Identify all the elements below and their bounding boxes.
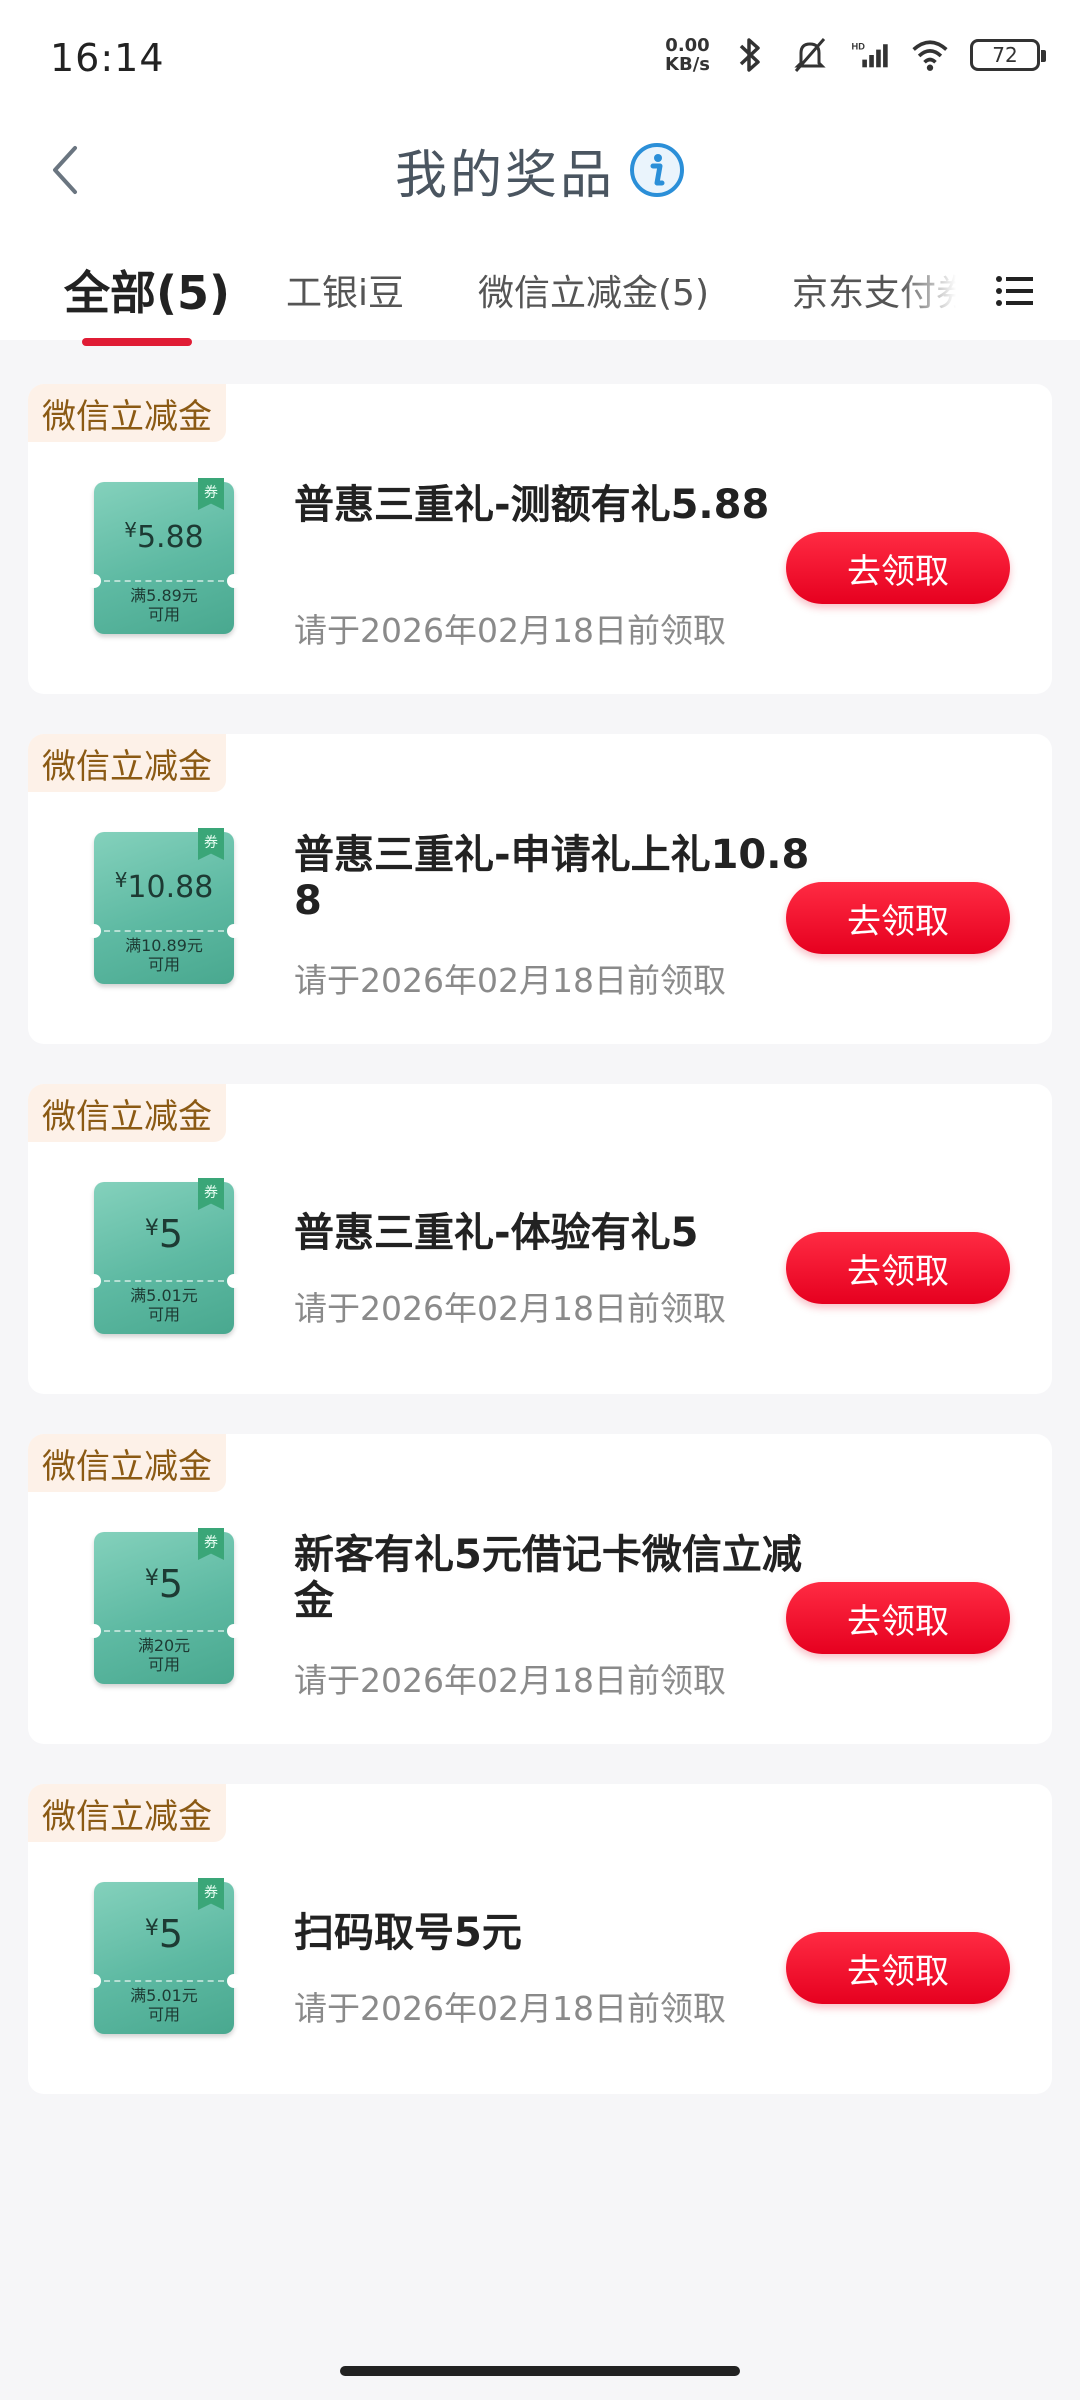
coupon-graphic: 券 ¥5 满20元 可用 <box>87 1528 241 1684</box>
currency-symbol: ¥ <box>144 1916 159 1941</box>
prize-type-tag: 微信立减金 <box>28 734 226 792</box>
coupon-amount-value: 5.88 <box>136 520 204 555</box>
tab-overflow-fade <box>900 240 980 340</box>
coupon-condition: 满5.89元 可用 <box>94 586 234 624</box>
coupon-condition: 满20元 可用 <box>94 1636 234 1674</box>
coupon-graphic: 券 ¥5 满5.01元 可用 <box>87 1178 241 1334</box>
coupon-condition-usable: 可用 <box>147 2005 180 2024</box>
currency-symbol: ¥ <box>114 868 128 892</box>
coupon-ribbon: 券 <box>198 1528 224 1560</box>
coupon-divider <box>104 580 224 582</box>
coupon-condition-usable: 可用 <box>147 1655 180 1674</box>
prize-deadline: 请于2026年02月18日前领取 <box>294 1989 726 2028</box>
category-tabs: 全部(5) 工银i豆 微信立减金(5) 京东支付券 <box>0 240 1080 340</box>
prize-card: 微信立减金 券 ¥5 满5.01元 可用 普惠三重礼-体验有礼5 请于2026年… <box>28 1084 1052 1394</box>
currency-symbol: ¥ <box>144 1216 159 1241</box>
status-bar: 16:14 0.00 KB/s HD 72 <box>0 0 1080 110</box>
prize-title: 普惠三重礼-体验有礼5 <box>294 1210 699 1256</box>
coupon-amount: ¥10.88 <box>94 868 234 905</box>
network-speed-unit: KB/s <box>665 54 710 75</box>
coupon-condition-threshold: 满10.89元 <box>125 936 203 955</box>
prize-deadline: 请于2026年02月18日前领取 <box>294 961 726 1000</box>
tab-wechat-discount[interactable]: 微信立减金(5) <box>478 240 709 340</box>
coupon-condition: 满10.89元 可用 <box>94 936 234 974</box>
prize-type-tag: 微信立减金 <box>28 1434 226 1492</box>
coupon-condition: 满5.01元 可用 <box>94 1286 234 1324</box>
coupon-ribbon: 券 <box>198 1178 224 1210</box>
network-speed: 0.00 KB/s <box>665 36 710 74</box>
active-tab-indicator <box>82 338 192 346</box>
coupon-graphic: 券 ¥10.88 满10.89元 可用 <box>87 828 241 984</box>
prize-list: 微信立减金 券 ¥5.88 满5.89元 可用 普惠三重礼-测额有礼5.88 请… <box>28 384 1052 2134</box>
page-title: 我的奖品 <box>394 145 615 206</box>
coupon-graphic: 券 ¥5 满5.01元 可用 <box>87 1878 241 2034</box>
coupon-amount: ¥5 <box>94 1212 234 1256</box>
page-title-wrap: 我的奖品 <box>0 130 1080 210</box>
currency-symbol: ¥ <box>124 518 137 542</box>
prize-deadline: 请于2026年02月18日前领取 <box>294 1661 726 1700</box>
claim-button[interactable]: 去领取 <box>786 1932 1010 2004</box>
battery-indicator: 72 <box>970 39 1046 71</box>
coupon-amount-value: 5 <box>158 1212 184 1256</box>
coupon-amount: ¥5 <box>94 1912 234 1956</box>
coupon-condition: 满5.01元 可用 <box>94 1986 234 2024</box>
my-prizes-page: 16:14 0.00 KB/s HD 72 我的奖品 全部(5) 工银i豆 微信… <box>0 0 1080 2400</box>
prize-type-tag: 微信立减金 <box>28 1784 226 1842</box>
hd-signal-icon: HD <box>850 35 890 75</box>
prize-card: 微信立减金 券 ¥5.88 满5.89元 可用 普惠三重礼-测额有礼5.88 请… <box>28 384 1052 694</box>
prize-type-tag: 微信立减金 <box>28 384 226 442</box>
prize-deadline: 请于2026年02月18日前领取 <box>294 1289 726 1328</box>
prize-card: 微信立减金 券 ¥10.88 满10.89元 可用 普惠三重礼-申请礼上礼10.… <box>28 734 1052 1044</box>
list-menu-icon <box>996 276 1033 306</box>
prize-card: 微信立减金 券 ¥5 满5.01元 可用 扫码取号5元 请于2026年02月18… <box>28 1784 1052 2094</box>
coupon-amount-value: 5 <box>158 1562 184 1606</box>
claim-button[interactable]: 去领取 <box>786 1582 1010 1654</box>
prize-type-tag: 微信立减金 <box>28 1084 226 1142</box>
network-speed-value: 0.00 <box>665 35 710 56</box>
claim-button[interactable]: 去领取 <box>786 532 1010 604</box>
tab-icbc-beans[interactable]: 工银i豆 <box>286 240 404 340</box>
bell-muted-icon <box>790 35 830 75</box>
coupon-amount: ¥5 <box>94 1562 234 1606</box>
info-icon[interactable] <box>629 142 685 198</box>
prize-title: 普惠三重礼-申请礼上礼10.88 <box>294 832 810 924</box>
coupon-amount-value: 10.88 <box>127 870 214 905</box>
coupon-condition-usable: 可用 <box>147 1305 180 1324</box>
coupon-ribbon: 券 <box>198 1878 224 1910</box>
list-menu-button[interactable] <box>990 266 1040 316</box>
coupon-graphic: 券 ¥5.88 满5.89元 可用 <box>87 478 241 634</box>
prize-card: 微信立减金 券 ¥5 满20元 可用 新客有礼5元借记卡微信立减金 请于2026… <box>28 1434 1052 1744</box>
coupon-amount: ¥5.88 <box>94 518 234 555</box>
claim-button[interactable]: 去领取 <box>786 882 1010 954</box>
prize-title: 普惠三重礼-测额有礼5.88 <box>294 482 770 528</box>
coupon-ribbon: 券 <box>198 828 224 860</box>
coupon-divider <box>104 930 224 932</box>
coupon-condition-usable: 可用 <box>147 955 180 974</box>
coupon-condition-threshold: 满5.01元 <box>130 1286 198 1305</box>
prize-title: 扫码取号5元 <box>294 1910 522 1956</box>
coupon-condition-threshold: 满5.01元 <box>130 1986 198 2005</box>
coupon-ribbon: 券 <box>198 478 224 510</box>
coupon-condition-usable: 可用 <box>147 605 180 624</box>
coupon-condition-threshold: 满5.89元 <box>130 586 198 605</box>
header: 我的奖品 全部(5) 工银i豆 微信立减金(5) 京东支付券 <box>0 110 1080 346</box>
wifi-icon <box>910 35 950 75</box>
currency-symbol: ¥ <box>144 1566 159 1591</box>
status-icons: 0.00 KB/s HD 72 <box>665 30 1046 80</box>
claim-button[interactable]: 去领取 <box>786 1232 1010 1304</box>
tab-all[interactable]: 全部(5) <box>64 240 230 340</box>
coupon-amount-value: 5 <box>158 1912 184 1956</box>
status-time: 16:14 <box>50 36 165 80</box>
coupon-divider <box>104 1630 224 1632</box>
home-indicator[interactable] <box>340 2366 740 2376</box>
svg-text:HD: HD <box>852 42 866 52</box>
coupon-divider <box>104 1280 224 1282</box>
prize-title: 新客有礼5元借记卡微信立减金 <box>294 1532 802 1624</box>
prize-deadline: 请于2026年02月18日前领取 <box>294 611 726 650</box>
coupon-condition-threshold: 满20元 <box>137 1636 191 1655</box>
coupon-divider <box>104 1980 224 1982</box>
bluetooth-icon <box>730 35 770 75</box>
